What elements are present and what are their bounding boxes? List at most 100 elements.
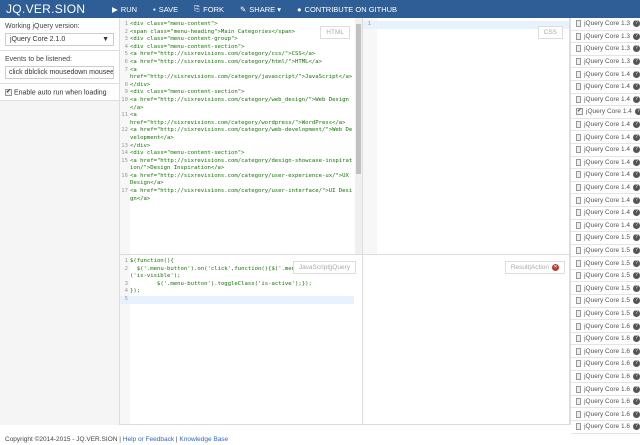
help-icon[interactable]: ? — [634, 108, 640, 116]
help-icon[interactable]: ? — [633, 259, 640, 267]
version-item[interactable]: jQuery Core 1.6? — [571, 332, 640, 346]
version-checkbox[interactable] — [576, 297, 582, 305]
version-item[interactable]: ✔ jQuery Core 1.4? — [571, 106, 640, 119]
version-checkbox[interactable] — [576, 360, 582, 368]
version-item[interactable]: jQuery Core 1.5? — [571, 295, 640, 308]
version-item[interactable]: jQuery Core 1.5? — [571, 232, 640, 245]
version-item[interactable]: jQuery Core 1.6? — [571, 370, 640, 384]
help-icon[interactable]: ? — [633, 171, 640, 179]
version-item[interactable]: jQuery Core 1.4? — [571, 219, 640, 233]
version-item[interactable]: jQuery Core 1.6? — [571, 383, 640, 396]
version-checkbox[interactable] — [576, 95, 582, 103]
version-checkbox[interactable] — [576, 146, 582, 154]
help-icon[interactable]: ? — [633, 284, 640, 292]
version-checkbox[interactable] — [576, 209, 582, 217]
version-item[interactable]: jQuery Core 1.4? — [571, 156, 640, 170]
version-checkbox[interactable] — [576, 234, 582, 242]
version-select[interactable]: jQuery Core 2.1.0 ▼ — [5, 33, 114, 46]
help-icon[interactable]: ? — [633, 121, 640, 129]
events-input[interactable]: click dblclick mousedown mouseenter — [5, 66, 114, 79]
help-icon[interactable]: ? — [633, 158, 640, 166]
help-icon[interactable]: ? — [633, 385, 640, 393]
help-icon[interactable]: ? — [633, 70, 640, 78]
help-icon[interactable]: ? — [633, 246, 640, 254]
version-item[interactable]: jQuery Core 1.4? — [571, 169, 640, 182]
help-icon[interactable]: ? — [633, 133, 640, 141]
version-checkbox[interactable] — [576, 423, 582, 431]
version-item[interactable]: jQuery Core 1.6? — [571, 408, 640, 421]
version-checkbox[interactable] — [576, 246, 582, 254]
help-icon[interactable]: ? — [633, 32, 640, 40]
version-checkbox[interactable] — [576, 221, 582, 229]
version-item[interactable]: jQuery Core 1.4? — [571, 131, 640, 144]
version-checkbox[interactable] — [576, 272, 582, 280]
scrollbar[interactable] — [355, 18, 362, 254]
help-icon[interactable]: ? — [633, 83, 640, 91]
help-icon[interactable]: ? — [633, 234, 640, 242]
help-icon[interactable]: ? — [633, 360, 640, 368]
version-item[interactable]: jQuery Core 1.6? — [571, 358, 640, 371]
version-item[interactable]: jQuery Core 1.6? — [571, 421, 640, 434]
help-icon[interactable]: ? — [633, 196, 640, 204]
version-checkbox[interactable] — [576, 335, 582, 343]
version-checkbox[interactable] — [576, 83, 582, 91]
html-editor[interactable]: 1 <div class="menu-content"> 2 <span class=… — [120, 18, 363, 255]
help-icon[interactable]: ? — [633, 335, 640, 343]
help-icon[interactable]: ? — [633, 272, 640, 280]
version-checkbox[interactable] — [576, 259, 582, 267]
help-icon[interactable]: ? — [633, 146, 640, 154]
version-item[interactable]: jQuery Core 1.3? — [571, 30, 640, 44]
help-icon[interactable]: ? — [633, 297, 640, 305]
version-item[interactable]: jQuery Core 1.6? — [571, 345, 640, 359]
version-item[interactable]: jQuery Core 1.4? — [571, 143, 640, 157]
version-item[interactable]: jQuery Core 1.4? — [571, 93, 640, 107]
version-checkbox[interactable] — [576, 410, 582, 418]
help-icon[interactable]: ? — [633, 398, 640, 406]
version-item[interactable]: jQuery Core 1.6? — [571, 395, 640, 409]
version-item[interactable]: jQuery Core 1.4? — [571, 80, 640, 94]
help-icon[interactable]: ? — [633, 372, 640, 380]
nav-share-button[interactable]: ✎ SHARE ▾ — [240, 4, 281, 14]
help-icon[interactable]: ? — [633, 95, 640, 103]
version-checkbox[interactable] — [576, 196, 582, 204]
help-icon[interactable]: ? — [633, 322, 640, 330]
version-checkbox[interactable] — [576, 322, 582, 330]
version-item[interactable]: jQuery Core 1.4? — [571, 181, 640, 195]
version-checkbox[interactable] — [576, 20, 582, 28]
version-item[interactable]: jQuery Core 1.5? — [571, 244, 640, 258]
version-checkbox[interactable] — [576, 309, 582, 317]
version-checkbox[interactable] — [576, 32, 582, 40]
help-icon[interactable]: ? — [633, 410, 640, 418]
help-icon[interactable]: ? — [633, 58, 640, 66]
nav-fork-button[interactable]: ⎘ FORK — [194, 4, 224, 14]
version-item[interactable]: jQuery Core 1.3? — [571, 43, 640, 56]
version-checkbox[interactable] — [576, 158, 582, 166]
version-checkbox[interactable] — [576, 284, 582, 292]
help-icon[interactable]: ? — [633, 423, 640, 431]
version-item[interactable]: jQuery Core 1.3? — [571, 55, 640, 69]
version-checkbox[interactable] — [576, 133, 582, 141]
version-checkbox[interactable] — [576, 45, 582, 53]
help-icon[interactable]: ? — [633, 45, 640, 53]
help-icon[interactable]: ? — [633, 184, 640, 192]
help-link[interactable]: Help or Feedback — [123, 436, 174, 443]
nav-save-button[interactable]: ▪ SAVE — [153, 4, 178, 14]
nav-contribute-button[interactable]: ● CONTRIBUTE ON GITHUB — [297, 4, 397, 14]
help-icon[interactable]: ? — [633, 209, 640, 217]
autorun-checkbox[interactable]: ✔ — [5, 89, 12, 96]
version-checkbox[interactable] — [576, 347, 582, 355]
logo[interactable]: JQ.VER.SION — [0, 2, 112, 16]
version-item[interactable]: jQuery Core 1.4? — [571, 206, 640, 220]
css-editor[interactable]: 1 CSS — [363, 18, 570, 255]
help-icon[interactable]: ? — [633, 221, 640, 229]
version-item[interactable]: jQuery Core 1.5? — [571, 307, 640, 321]
help-icon[interactable]: ? — [633, 20, 640, 28]
version-item[interactable]: jQuery Core 1.5? — [571, 282, 640, 296]
version-item[interactable]: jQuery Core 1.4? — [571, 194, 640, 207]
version-checkbox[interactable] — [576, 121, 582, 129]
version-item[interactable]: jQuery Core 1.5? — [571, 257, 640, 270]
js-editor[interactable]: 1 $(function(){2 $('.menu-button').on('cl… — [120, 255, 363, 425]
version-item[interactable]: jQuery Core 1.4? — [571, 68, 640, 81]
knowledge-base-link[interactable]: Knowledge Base — [179, 436, 228, 443]
version-checkbox[interactable] — [576, 58, 582, 66]
